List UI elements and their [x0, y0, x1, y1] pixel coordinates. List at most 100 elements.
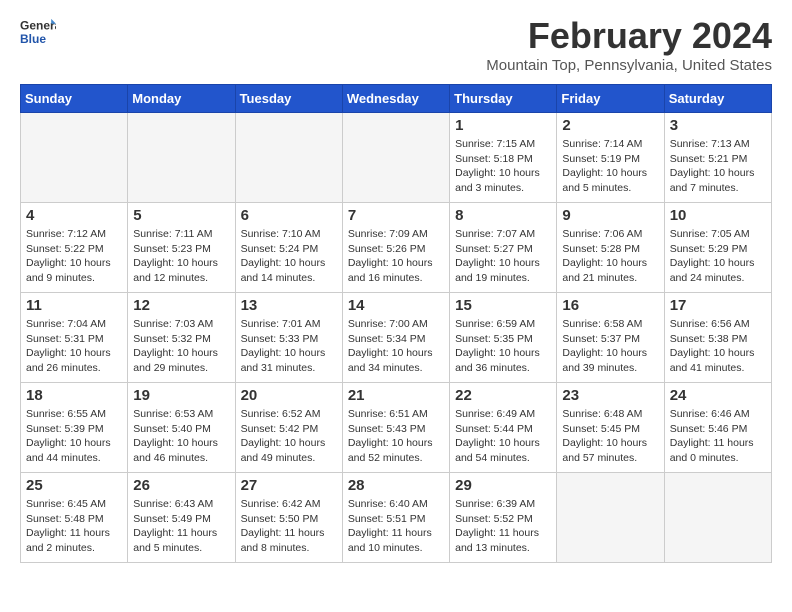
day-info: Sunrise: 7:15 AM Sunset: 5:18 PM Dayligh…: [455, 137, 551, 196]
day-info: Sunrise: 7:01 AM Sunset: 5:33 PM Dayligh…: [241, 317, 337, 376]
day-number: 10: [670, 207, 766, 224]
title-area: February 2024 Mountain Top, Pennsylvania…: [486, 15, 772, 74]
calendar-subtitle: Mountain Top, Pennsylvania, United State…: [486, 57, 772, 74]
calendar-cell: 6 Sunrise: 7:10 AM Sunset: 5:24 PM Daylig…: [235, 203, 342, 293]
svg-text:General: General: [20, 19, 56, 33]
calendar-cell: 14 Sunrise: 7:00 AM Sunset: 5:34 PM Dayli…: [342, 293, 449, 383]
calendar-cell: 24 Sunrise: 6:46 AM Sunset: 5:46 PM Dayli…: [664, 383, 771, 473]
calendar-cell: 23 Sunrise: 6:48 AM Sunset: 5:45 PM Dayli…: [557, 383, 664, 473]
day-number: 3: [670, 117, 766, 134]
day-header-thursday: Thursday: [450, 85, 557, 113]
day-number: 20: [241, 387, 337, 404]
day-number: 12: [133, 297, 229, 314]
day-info: Sunrise: 7:00 AM Sunset: 5:34 PM Dayligh…: [348, 317, 444, 376]
day-info: Sunrise: 6:49 AM Sunset: 5:44 PM Dayligh…: [455, 407, 551, 466]
week-row-1: 4Sunrise: 7:12 AM Sunset: 5:22 PM Daylig…: [21, 203, 772, 293]
day-number: 23: [562, 387, 658, 404]
day-info: Sunrise: 6:39 AM Sunset: 5:52 PM Dayligh…: [455, 497, 551, 556]
day-info: Sunrise: 7:12 AM Sunset: 5:22 PM Dayligh…: [26, 227, 122, 286]
day-number: 5: [133, 207, 229, 224]
calendar-cell: 3 Sunrise: 7:13 AM Sunset: 5:21 PM Daylig…: [664, 113, 771, 203]
day-info: Sunrise: 6:48 AM Sunset: 5:45 PM Dayligh…: [562, 407, 658, 466]
day-header-saturday: Saturday: [664, 85, 771, 113]
day-number: 29: [455, 477, 551, 494]
calendar-cell: 27Sunrise: 6:42 AM Sunset: 5:50 PM Dayli…: [235, 473, 342, 563]
calendar-table: SundayMondayTuesdayWednesdayThursdayFrid…: [20, 84, 772, 563]
calendar-cell: [664, 473, 771, 563]
day-number: 1: [455, 117, 551, 134]
calendar-cell: 19 Sunrise: 6:53 AM Sunset: 5:40 PM Dayli…: [128, 383, 235, 473]
calendar-title: February 2024: [486, 15, 772, 57]
day-info: Sunrise: 6:53 AM Sunset: 5:40 PM Dayligh…: [133, 407, 229, 466]
calendar-cell: 11 Sunrise: 7:04 AM Sunset: 5:31 PM Dayli…: [21, 293, 128, 383]
calendar-cell: [235, 113, 342, 203]
calendar-cell: 20 Sunrise: 6:52 AM Sunset: 5:42 PM Dayli…: [235, 383, 342, 473]
day-info: Sunrise: 6:45 AM Sunset: 5:48 PM Dayligh…: [26, 497, 122, 556]
day-info: Sunrise: 7:14 AM Sunset: 5:19 PM Dayligh…: [562, 137, 658, 196]
day-info: Sunrise: 7:04 AM Sunset: 5:31 PM Dayligh…: [26, 317, 122, 376]
day-info: Sunrise: 7:09 AM Sunset: 5:26 PM Dayligh…: [348, 227, 444, 286]
calendar-cell: [557, 473, 664, 563]
week-row-0: 1 Sunrise: 7:15 AM Sunset: 5:18 PM Daylig…: [21, 113, 772, 203]
logo: General Blue: [20, 15, 56, 51]
day-number: 7: [348, 207, 444, 224]
calendar-cell: 9Sunrise: 7:06 AM Sunset: 5:28 PM Daylig…: [557, 203, 664, 293]
day-number: 8: [455, 207, 551, 224]
svg-text:Blue: Blue: [20, 32, 46, 46]
day-info: Sunrise: 7:10 AM Sunset: 5:24 PM Dayligh…: [241, 227, 337, 286]
day-header-wednesday: Wednesday: [342, 85, 449, 113]
day-info: Sunrise: 7:13 AM Sunset: 5:21 PM Dayligh…: [670, 137, 766, 196]
day-number: 25: [26, 477, 122, 494]
day-headers-row: SundayMondayTuesdayWednesdayThursdayFrid…: [21, 85, 772, 113]
calendar-cell: 28Sunrise: 6:40 AM Sunset: 5:51 PM Dayli…: [342, 473, 449, 563]
day-info: Sunrise: 6:56 AM Sunset: 5:38 PM Dayligh…: [670, 317, 766, 376]
calendar-cell: 8 Sunrise: 7:07 AM Sunset: 5:27 PM Daylig…: [450, 203, 557, 293]
day-info: Sunrise: 7:11 AM Sunset: 5:23 PM Dayligh…: [133, 227, 229, 286]
calendar-cell: 2 Sunrise: 7:14 AM Sunset: 5:19 PM Daylig…: [557, 113, 664, 203]
day-info: Sunrise: 6:52 AM Sunset: 5:42 PM Dayligh…: [241, 407, 337, 466]
calendar-cell: 13 Sunrise: 7:01 AM Sunset: 5:33 PM Dayli…: [235, 293, 342, 383]
calendar-cell: 1 Sunrise: 7:15 AM Sunset: 5:18 PM Daylig…: [450, 113, 557, 203]
calendar-cell: [128, 113, 235, 203]
day-number: 6: [241, 207, 337, 224]
calendar-cell: 18 Sunrise: 6:55 AM Sunset: 5:39 PM Dayli…: [21, 383, 128, 473]
day-info: Sunrise: 6:42 AM Sunset: 5:50 PM Dayligh…: [241, 497, 337, 556]
day-header-sunday: Sunday: [21, 85, 128, 113]
day-number: 21: [348, 387, 444, 404]
day-number: 28: [348, 477, 444, 494]
calendar-cell: 22 Sunrise: 6:49 AM Sunset: 5:44 PM Dayli…: [450, 383, 557, 473]
day-info: Sunrise: 6:59 AM Sunset: 5:35 PM Dayligh…: [455, 317, 551, 376]
day-number: 16: [562, 297, 658, 314]
day-info: Sunrise: 6:51 AM Sunset: 5:43 PM Dayligh…: [348, 407, 444, 466]
day-info: Sunrise: 7:07 AM Sunset: 5:27 PM Dayligh…: [455, 227, 551, 286]
day-header-monday: Monday: [128, 85, 235, 113]
calendar-cell: [342, 113, 449, 203]
calendar-cell: 5 Sunrise: 7:11 AM Sunset: 5:23 PM Daylig…: [128, 203, 235, 293]
day-number: 18: [26, 387, 122, 404]
calendar-cell: 16Sunrise: 6:58 AM Sunset: 5:37 PM Dayli…: [557, 293, 664, 383]
day-number: 26: [133, 477, 229, 494]
calendar-cell: 4Sunrise: 7:12 AM Sunset: 5:22 PM Daylig…: [21, 203, 128, 293]
calendar-cell: [21, 113, 128, 203]
calendar-cell: 25 Sunrise: 6:45 AM Sunset: 5:48 PM Dayli…: [21, 473, 128, 563]
day-number: 13: [241, 297, 337, 314]
day-number: 14: [348, 297, 444, 314]
day-number: 24: [670, 387, 766, 404]
week-row-4: 25 Sunrise: 6:45 AM Sunset: 5:48 PM Dayli…: [21, 473, 772, 563]
week-row-3: 18 Sunrise: 6:55 AM Sunset: 5:39 PM Dayli…: [21, 383, 772, 473]
day-info: Sunrise: 6:43 AM Sunset: 5:49 PM Dayligh…: [133, 497, 229, 556]
day-header-friday: Friday: [557, 85, 664, 113]
day-number: 17: [670, 297, 766, 314]
day-number: 2: [562, 117, 658, 134]
day-info: Sunrise: 6:46 AM Sunset: 5:46 PM Dayligh…: [670, 407, 766, 466]
calendar-cell: 10 Sunrise: 7:05 AM Sunset: 5:29 PM Dayli…: [664, 203, 771, 293]
day-number: 11: [26, 297, 122, 314]
header: General Blue February 2024 Mountain Top,…: [20, 15, 772, 74]
day-info: Sunrise: 7:05 AM Sunset: 5:29 PM Dayligh…: [670, 227, 766, 286]
day-number: 19: [133, 387, 229, 404]
calendar-cell: 21 Sunrise: 6:51 AM Sunset: 5:43 PM Dayli…: [342, 383, 449, 473]
calendar-cell: 12Sunrise: 7:03 AM Sunset: 5:32 PM Dayli…: [128, 293, 235, 383]
week-row-2: 11 Sunrise: 7:04 AM Sunset: 5:31 PM Dayli…: [21, 293, 772, 383]
day-info: Sunrise: 6:55 AM Sunset: 5:39 PM Dayligh…: [26, 407, 122, 466]
day-number: 22: [455, 387, 551, 404]
